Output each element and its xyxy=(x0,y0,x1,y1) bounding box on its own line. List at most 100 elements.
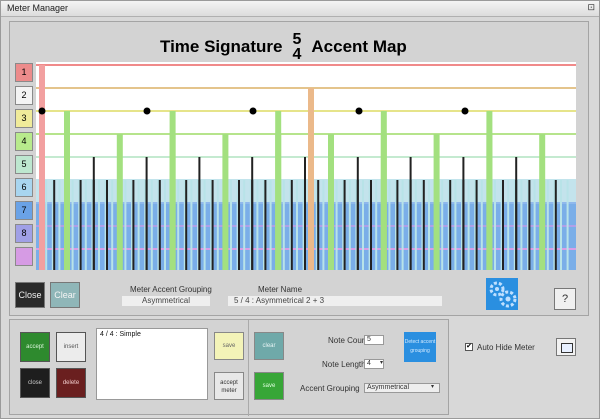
tick-cyan xyxy=(150,180,153,270)
meter-accent-grouping-value: Asymmetrical xyxy=(122,296,210,306)
tick-cyan xyxy=(243,180,246,270)
tick-cyan xyxy=(533,180,536,270)
tick-cyan xyxy=(230,180,232,270)
tick-cyan xyxy=(401,180,404,270)
tick-beat xyxy=(64,111,70,270)
tick-eighth xyxy=(264,180,267,270)
tick-half xyxy=(116,134,123,270)
tick-quarter xyxy=(145,157,148,270)
tick-eighth xyxy=(502,180,504,270)
tick-cyan xyxy=(256,180,259,270)
tick-eighth xyxy=(79,180,82,270)
tick-eighth xyxy=(554,180,557,270)
time-signature-fraction: 5 4 xyxy=(292,31,302,63)
meter-editor-panel: accept insert close delete 4 / 4 : Simpl… xyxy=(9,319,449,416)
note-count-input[interactable]: 5 xyxy=(364,335,384,345)
tick-cyan xyxy=(348,180,351,270)
meter-manager-window: Meter Manager ⊡ Time Signature 5 4 Accen… xyxy=(0,0,600,419)
accent-dot xyxy=(355,107,363,115)
tick-eighth xyxy=(238,180,240,270)
downbeat-1 xyxy=(39,65,45,270)
tick-cyan xyxy=(216,180,219,270)
accent-grouping-select[interactable]: Asymmetrical xyxy=(364,383,440,393)
restore-icon[interactable]: ⊡ xyxy=(587,2,595,13)
accent-map-grid[interactable] xyxy=(36,62,576,270)
accent-dot xyxy=(461,107,469,115)
window-title: Meter Manager xyxy=(7,3,69,13)
tick-quarter xyxy=(462,157,465,270)
time-signature-numerator: 5 xyxy=(292,31,302,48)
tick-cyan xyxy=(362,180,364,270)
tick-eighth xyxy=(290,180,293,270)
tick-eighth xyxy=(317,180,320,270)
tick-cyan xyxy=(84,180,87,270)
insert-button[interactable]: insert xyxy=(56,332,86,362)
note-length-label: Note Length xyxy=(322,360,366,369)
accent-dot xyxy=(249,107,257,115)
tick-cyan xyxy=(507,180,510,270)
meter-accent-grouping-label: Meter Accent Grouping xyxy=(130,285,212,294)
tick-eighth xyxy=(475,180,478,270)
time-signature-denominator: 4 xyxy=(292,46,302,63)
detect-accent-grouping-button[interactable]: Detect accent grouping xyxy=(404,332,436,362)
tick-cyan xyxy=(322,180,325,270)
tick-eighth xyxy=(396,180,399,270)
tick-cyan xyxy=(441,180,444,270)
tick-quarter xyxy=(304,157,306,270)
meter-list[interactable]: 4 / 4 : Simple xyxy=(96,328,208,400)
tick-eighth xyxy=(528,180,531,270)
tick-cyan xyxy=(566,180,569,270)
help-button[interactable]: ? xyxy=(554,288,576,310)
monitor-icon[interactable] xyxy=(556,338,576,356)
accent-dot xyxy=(143,107,151,115)
tick-cyan xyxy=(71,180,74,270)
tick-beat xyxy=(169,111,176,270)
close-list-button[interactable]: close xyxy=(20,368,50,398)
tick-cyan xyxy=(375,180,378,270)
tick-eighth xyxy=(53,180,56,270)
tick-cyan xyxy=(98,180,100,270)
tick-quarter xyxy=(356,157,359,270)
delete-button[interactable]: delete xyxy=(56,368,86,398)
gear-icon[interactable] xyxy=(486,278,518,310)
tick-eighth xyxy=(185,180,188,270)
list-item[interactable]: 4 / 4 : Simple xyxy=(100,331,204,338)
row-button-1[interactable]: 1 xyxy=(15,63,33,82)
tick-eighth xyxy=(449,180,452,270)
row-button-8[interactable]: 8 xyxy=(15,224,33,243)
accept-meter-button[interactable]: accept meter xyxy=(214,372,244,400)
row-button-5[interactable]: 5 xyxy=(15,155,33,174)
meter-name-field[interactable]: 5 / 4 : Asymmetrical 2 + 3 xyxy=(228,296,442,306)
tick-quarter xyxy=(251,157,254,270)
tick-cyan xyxy=(467,180,470,270)
tick-quarter xyxy=(92,157,95,270)
tick-cyan xyxy=(45,180,48,270)
tick-quarter xyxy=(409,157,412,270)
tick-cyan xyxy=(428,180,430,270)
auto-hide-checkbox[interactable]: ✔ xyxy=(465,343,473,351)
tick-quarter xyxy=(198,157,201,270)
tick-half xyxy=(328,134,334,270)
clear-meter-button[interactable]: clear xyxy=(254,332,284,360)
tick-cyan xyxy=(282,180,285,270)
row-button-9[interactable] xyxy=(15,247,33,266)
row-button-3[interactable]: 3 xyxy=(15,109,33,128)
save-meter-button[interactable]: save xyxy=(254,372,284,400)
tick-cyan xyxy=(546,180,549,270)
save-button[interactable]: save xyxy=(214,332,244,360)
close-button[interactable]: Close xyxy=(15,282,45,308)
row-button-7[interactable]: 7 xyxy=(15,201,33,220)
tick-eighth xyxy=(158,180,161,270)
chevron-down-icon: ▾ xyxy=(431,384,435,390)
row-button-2[interactable]: 2 xyxy=(15,86,33,105)
row-button-6[interactable]: 6 xyxy=(15,178,33,197)
tick-cyan xyxy=(190,180,193,270)
tick-cyan xyxy=(124,180,127,270)
clear-button[interactable]: Clear xyxy=(50,282,80,308)
tick-eighth xyxy=(370,180,372,270)
row-button-4[interactable]: 4 xyxy=(15,132,33,151)
tick-cyan xyxy=(454,180,457,270)
tick-cyan xyxy=(520,180,523,270)
accept-button[interactable]: accept xyxy=(20,332,50,362)
accent-map-svg xyxy=(36,64,576,270)
